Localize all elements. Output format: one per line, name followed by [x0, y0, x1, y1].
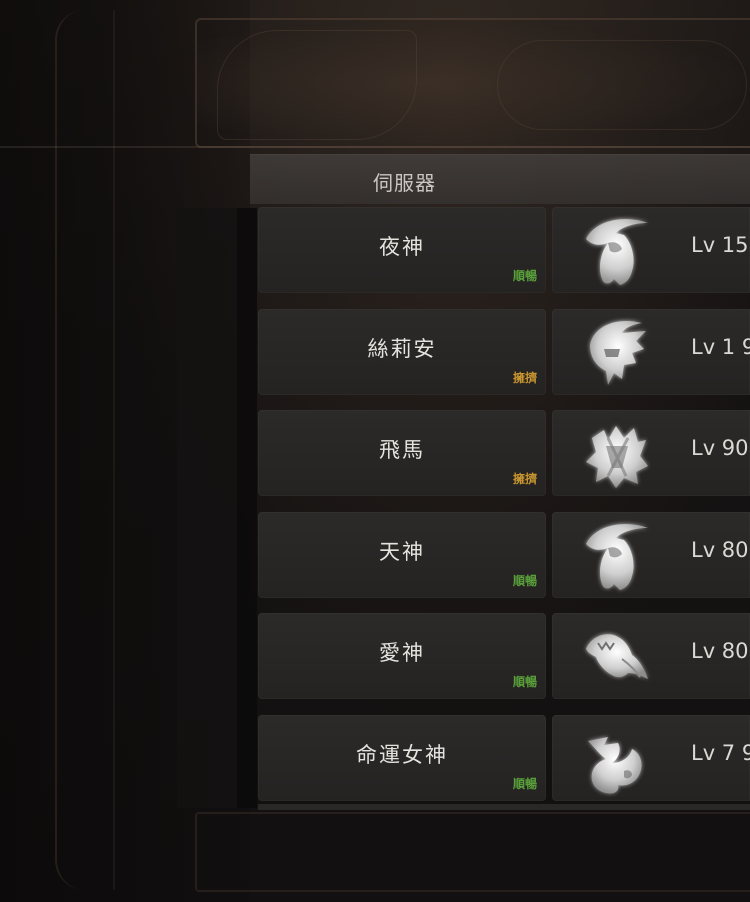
server-header-label: 伺服器 [373, 171, 436, 195]
decorative-frame-left [55, 10, 115, 890]
server-select-screen: 伺服器 夜神 順暢 Lv 15 絲莉安 擁擠 Lv 1 9 飛馬 擁擠 Lv 90 天神 順暢 Lv … [0, 0, 750, 902]
thorn-crest-icon [586, 426, 648, 488]
decorative-frame-top [195, 18, 750, 148]
server-cell[interactable]: 命運女神順暢 [258, 715, 546, 801]
server-status-badge: 擁擠 [512, 371, 537, 385]
flame-spirit-icon [588, 737, 642, 794]
server-cell[interactable]: 飛馬擁擠 [258, 410, 546, 496]
character-cell[interactable]: Lv 15 [552, 207, 750, 293]
character-cell[interactable]: Lv 90 [552, 410, 750, 496]
server-name: 夜神 [379, 235, 425, 259]
divider [0, 146, 750, 148]
server-list: 夜神 順暢 Lv 15 絲莉安 擁擠 Lv 1 9 飛馬 擁擠 Lv 90 天神 順暢 Lv 80 愛神… [258, 207, 750, 807]
winged-beast-icon [586, 634, 648, 679]
character-level: Lv 1 9 [691, 335, 750, 359]
character-cell[interactable]: Lv 80 [552, 512, 750, 598]
server-row[interactable]: 絲莉安擁擠 Lv 1 9 [258, 309, 750, 395]
server-name: 飛馬 [379, 438, 425, 462]
character-cell[interactable]: Lv 1 9 [552, 309, 750, 395]
server-row[interactable]: 天神順暢 Lv 80 [258, 512, 750, 598]
frame-ornament [497, 40, 747, 130]
decorative-frame-bottom [195, 812, 750, 892]
character-level: Lv 80 [691, 538, 749, 562]
list-bottom-edge [258, 804, 750, 810]
server-name: 天神 [379, 540, 425, 564]
character-cell[interactable]: Lv 80 [552, 613, 750, 699]
character-level: Lv 15 [691, 233, 749, 257]
scythe-hood-icon [586, 524, 648, 590]
plumed-helmet-icon [590, 321, 646, 385]
server-status-badge: 順暢 [512, 777, 537, 791]
server-status-badge: 順暢 [512, 269, 537, 283]
list-side-edge [237, 208, 257, 808]
server-row[interactable]: 愛神順暢 Lv 80 [258, 613, 750, 699]
server-cell[interactable]: 夜神順暢 [258, 207, 546, 293]
server-status-badge: 順暢 [512, 574, 537, 588]
server-status-badge: 順暢 [512, 675, 537, 689]
server-row[interactable]: 夜神順暢 Lv 15 [258, 207, 750, 293]
server-name: 愛神 [379, 641, 425, 665]
server-cell[interactable]: 愛神順暢 [258, 613, 546, 699]
server-row[interactable]: 飛馬擁擠 Lv 90 [258, 410, 750, 496]
server-row[interactable]: 命運女神順暢 Lv 7 9 [258, 715, 750, 801]
character-level: Lv 80 [691, 639, 749, 663]
character-level: Lv 7 9 [691, 741, 750, 765]
character-level: Lv 90 [691, 436, 749, 460]
character-cell[interactable]: Lv 7 9 [552, 715, 750, 801]
server-list-header: 伺服器 [250, 154, 750, 204]
server-name: 絲莉安 [367, 337, 437, 361]
frame-ornament [217, 30, 417, 140]
scythe-hood-icon [586, 219, 648, 285]
server-cell[interactable]: 絲莉安擁擠 [258, 309, 546, 395]
server-cell[interactable]: 天神順暢 [258, 512, 546, 598]
server-status-badge: 擁擠 [512, 472, 537, 486]
server-name: 命運女神 [356, 743, 448, 767]
